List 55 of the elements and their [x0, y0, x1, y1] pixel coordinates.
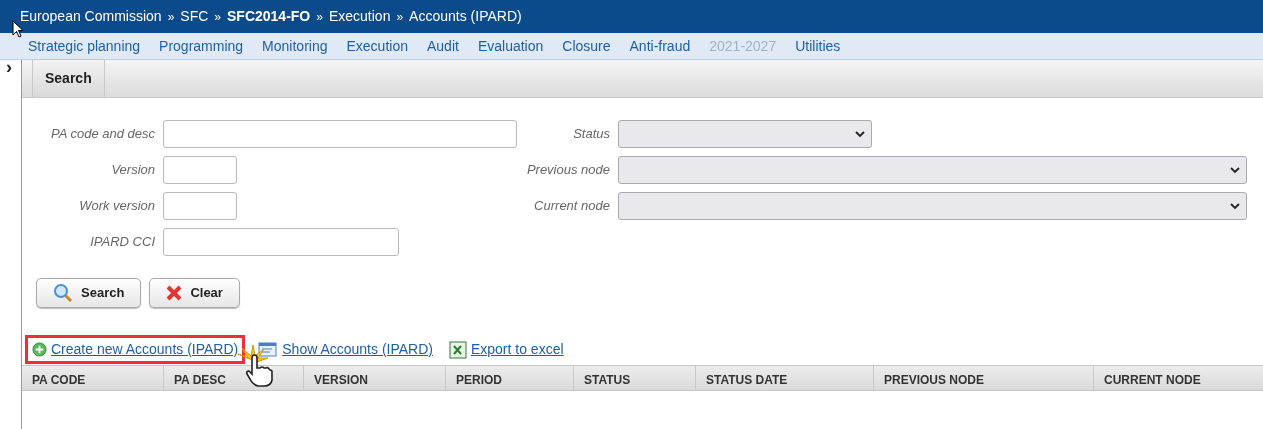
spreadsheet-icon [448, 340, 467, 359]
menu-item[interactable]: Monitoring [262, 35, 328, 57]
text-field[interactable] [163, 228, 399, 256]
field-label: Status [572, 125, 610, 144]
text-field[interactable] [163, 192, 237, 220]
breadcrumb-item[interactable]: Accounts (IPARD) [409, 6, 522, 27]
breadcrumb-item[interactable]: Execution [328, 6, 391, 27]
field-label: Work version [78, 197, 155, 216]
text-field[interactable] [163, 156, 237, 184]
dropdown-field[interactable] [618, 192, 1247, 220]
chevron-down-icon [1230, 202, 1240, 210]
breadcrumb-item[interactable]: SFC [180, 6, 209, 27]
action-button[interactable]: Search [36, 278, 142, 308]
chevron-down-icon [855, 130, 865, 138]
breadcrumb-separator: » [316, 8, 323, 26]
field-label: PA code and desc [49, 125, 155, 144]
column-header[interactable]: PA DESC [163, 366, 303, 390]
field-label: Current node [533, 197, 610, 216]
menu-item[interactable]: Execution [346, 35, 408, 57]
breadcrumb-item[interactable]: SFC2014-FO [227, 6, 311, 27]
panel-tab[interactable]: Search [32, 59, 105, 97]
text-field[interactable] [163, 120, 517, 148]
field-label: Previous node [525, 161, 610, 180]
breadcrumb-separator: » [167, 8, 175, 26]
column-header[interactable]: PERIOD [445, 366, 573, 390]
menu-item[interactable]: Audit [426, 35, 459, 57]
column-header[interactable]: VERSION [303, 366, 445, 390]
menu-item[interactable]: Programming [159, 35, 244, 57]
menu-item[interactable]: Evaluation [477, 35, 544, 57]
field-label: IPARD CCI [89, 233, 155, 252]
dropdown-field[interactable] [618, 156, 1247, 184]
close-icon [166, 285, 183, 301]
sidebar-toggle[interactable]: › [0, 60, 21, 74]
link[interactable]: Show Accounts (IPARD) [282, 339, 433, 360]
link[interactable]: Create new Accounts (IPARD) [51, 339, 239, 360]
column-header[interactable]: CURRENT NODE [1093, 366, 1263, 390]
dropdown-field[interactable] [618, 120, 872, 148]
field-label: Version [110, 161, 155, 180]
column-header[interactable]: STATUS DATE [695, 366, 873, 390]
column-header[interactable]: PA CODE [22, 366, 163, 390]
window-list-icon [258, 341, 279, 358]
menu-item[interactable]: Strategic planning [28, 35, 141, 57]
breadcrumb-separator: » [396, 8, 404, 26]
link[interactable]: Export to excel [470, 339, 564, 360]
chevron-down-icon [1230, 166, 1240, 174]
menu-item[interactable]: Closure [562, 35, 611, 57]
breadcrumb-separator: » [214, 8, 221, 26]
plus-circle-icon [32, 342, 47, 357]
menu-item[interactable]: Anti-fraud [629, 35, 691, 57]
column-header[interactable]: STATUS [573, 366, 695, 390]
column-header[interactable]: PREVIOUS NODE [873, 366, 1093, 390]
action-button[interactable]: Clear [149, 278, 240, 308]
menu-item[interactable]: Utilities [795, 35, 841, 57]
search-icon [53, 283, 73, 303]
breadcrumb-item[interactable]: European Commission [20, 6, 162, 27]
